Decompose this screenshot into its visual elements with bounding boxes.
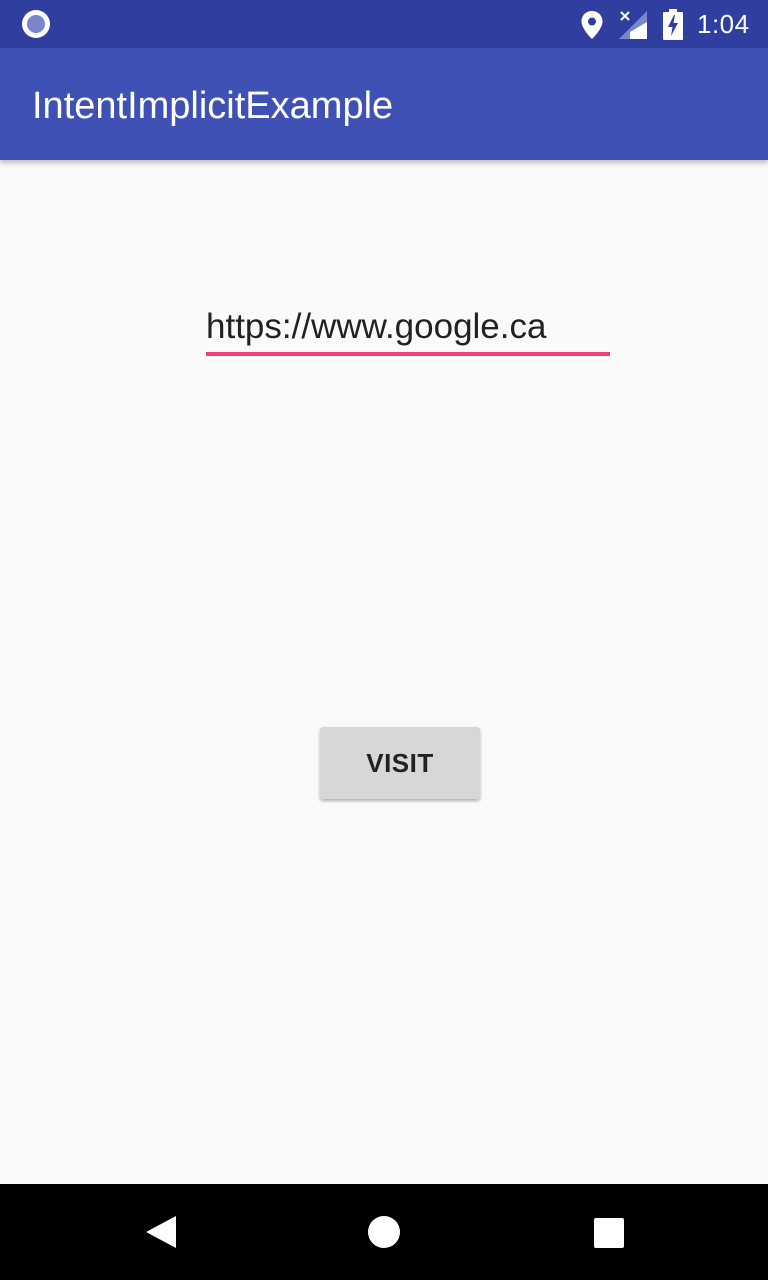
back-icon[interactable]	[144, 1214, 178, 1250]
location-icon	[581, 11, 603, 39]
app-bar: IntentImplicitExample	[0, 48, 768, 160]
signal-no-sim-icon	[619, 11, 647, 39]
home-icon[interactable]	[368, 1216, 400, 1248]
battery-charging-icon	[663, 9, 683, 40]
url-field-underline	[206, 352, 610, 356]
visit-button[interactable]: VISIT	[320, 727, 480, 799]
status-clock: 1:04	[697, 9, 750, 39]
status-bar: 1:04	[0, 0, 768, 48]
app-title: IntentImplicitExample	[32, 85, 394, 127]
url-field[interactable]	[206, 300, 610, 357]
app-screen: 1:04 IntentImplicitExample VISIT	[0, 0, 768, 1280]
url-input[interactable]	[206, 300, 610, 354]
recents-icon[interactable]	[594, 1218, 624, 1248]
notification-circle-icon	[22, 10, 50, 38]
